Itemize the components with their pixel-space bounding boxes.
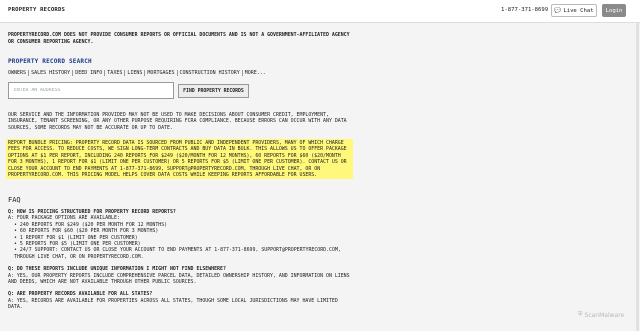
nav-taxes[interactable]: TAXES [107, 70, 122, 76]
phone-number[interactable]: 1-877-371-8699 [501, 7, 548, 13]
find-property-records-button[interactable]: FIND PROPERTY RECORDS [178, 84, 249, 98]
faq-item: Q: ARE PROPERTY RECORDS AVAILABLE FOR AL… [8, 291, 353, 310]
list-item: 24/7 SUPPORT: CONTACT US OR CLOSE YOUR A… [14, 247, 353, 260]
disclaimer-section: PROPERTYRECORD.COM DOES NOT PROVIDE CONS… [8, 32, 353, 45]
divider [72, 70, 74, 76]
watermark-text: ScanMalware [584, 311, 625, 319]
nav-deed-info[interactable]: DEED INFO [75, 70, 102, 76]
nav-sales-history[interactable]: SALES HISTORY [31, 70, 70, 76]
live-chat-label: Live Chat [563, 7, 594, 14]
faq-item: Q: HOW IS PRICING STRUCTURED FOR PROPERT… [8, 209, 353, 260]
shield-icon: ⛨ [578, 311, 583, 318]
nav-more[interactable]: MORE... [245, 70, 266, 76]
nav-construction-history[interactable]: CONSTRUCTION HISTORY [180, 70, 240, 76]
divider [176, 70, 178, 76]
nav-liens[interactable]: LIENS [127, 70, 142, 76]
divider [28, 70, 30, 76]
nav-mortgages[interactable]: MORTGAGES [147, 70, 174, 76]
divider [124, 70, 126, 76]
divider [241, 70, 243, 76]
scrollbar[interactable] [636, 22, 639, 331]
brand-logo[interactable]: PROPERTY RECORDS [8, 7, 65, 13]
fcra-notice: OUR SERVICE AND THE INFORMATION PROVIDED… [8, 112, 347, 131]
live-chat-button[interactable]: 💬 Live Chat [551, 4, 597, 17]
divider [144, 70, 146, 76]
faq-item: Q: DO THESE REPORTS INCLUDE UNIQUE INFOR… [8, 266, 353, 285]
faq-answer: A: YES, RECORDS ARE AVAILABLE FOR PROPER… [8, 297, 338, 311]
faq-answer: A: YES, OUR PROPERTY REPORTS INCLUDE COM… [8, 272, 350, 286]
search-title: PROPERTY RECORD SEARCH [8, 58, 92, 65]
faq-bullet-list: 240 REPORTS FOR $249 ($20 PER MONTH FOR … [8, 222, 353, 260]
top-bar: PROPERTY RECORDS 1-877-371-8699 💬 Live C… [0, 0, 640, 23]
scanmalware-watermark: ⛨ ScanMalware [578, 311, 624, 319]
address-search-input[interactable] [8, 82, 174, 99]
login-button[interactable]: Login [602, 4, 626, 17]
record-type-nav: OWNERS SALES HISTORY DEED INFO TAXES LIE… [8, 70, 266, 76]
nav-owners[interactable]: OWNERS [8, 70, 26, 76]
faq-heading: FAQ [8, 196, 21, 204]
faq-section: Q: HOW IS PRICING STRUCTURED FOR PROPERT… [8, 209, 353, 317]
disclaimer-text: PROPERTYRECORD.COM DOES NOT PROVIDE CONS… [8, 32, 350, 45]
divider [104, 70, 106, 76]
chat-bubble-icon: 💬 [554, 7, 562, 14]
bundle-pricing-notice: REPORT BUNDLE PRICING: PROPERTY RECORD D… [6, 139, 353, 180]
